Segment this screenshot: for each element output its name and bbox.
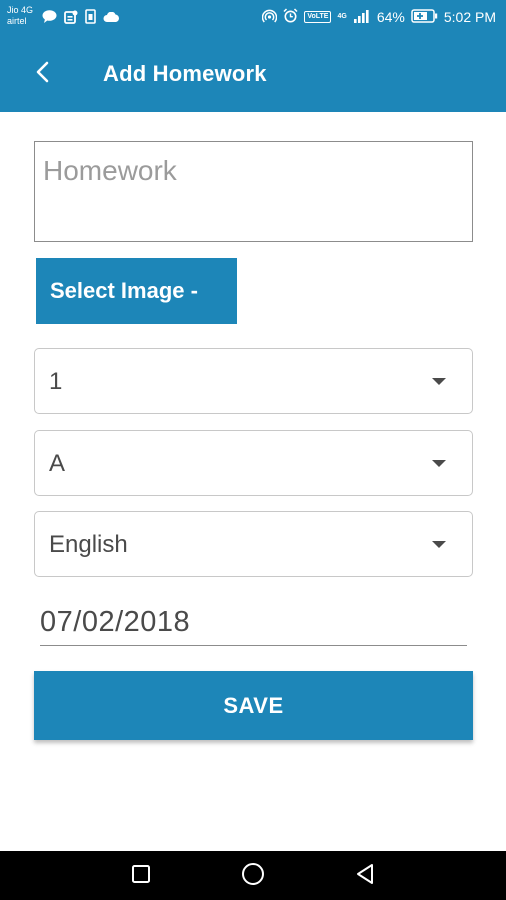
app-bar: Add Homework (0, 36, 506, 112)
homework-field[interactable] (34, 141, 473, 242)
dropdown-arrow-icon (432, 541, 446, 548)
alarm-icon (283, 8, 298, 26)
home-button[interactable] (240, 862, 266, 891)
cloud-icon (103, 10, 120, 28)
subject-dropdown-value: English (49, 531, 128, 558)
sim-icon (85, 9, 96, 29)
battery-percent: 64% (376, 9, 405, 25)
signal-icon (353, 9, 371, 26)
clock-time: 5:02 PM (443, 9, 496, 25)
dropdown-arrow-icon (432, 378, 446, 385)
chevron-left-icon (35, 61, 49, 88)
notification-icons (42, 9, 120, 29)
select-image-button[interactable]: Select Image - (36, 258, 237, 324)
home-circle-icon (241, 862, 265, 891)
page-title: Add Homework (103, 61, 267, 86)
date-value: 07/02/2018 (40, 606, 191, 638)
section-dropdown-value: A (49, 450, 66, 477)
network-4g-label: 4G (337, 13, 347, 20)
status-bar: Jio 4G airtel VoLTE 4G 64% 5:02 PM (0, 0, 506, 36)
date-field[interactable]: 07/02/2018 (40, 598, 467, 646)
subject-dropdown[interactable]: English (34, 511, 473, 577)
battery-icon (411, 8, 438, 26)
recents-square-icon (131, 864, 151, 889)
recents-button[interactable] (128, 863, 154, 889)
system-nav-bar (0, 851, 506, 900)
carrier-line1: Jio 4G (7, 5, 34, 15)
back-button[interactable] (22, 54, 62, 94)
carrier-line2: airtel (7, 16, 27, 26)
save-button[interactable]: SAVE (34, 671, 473, 740)
dropdown-arrow-icon (432, 460, 446, 467)
class-dropdown-value: 1 (49, 368, 63, 395)
hotspot-icon (262, 9, 278, 26)
nav-back-button[interactable] (352, 863, 378, 889)
class-dropdown[interactable]: 1 (34, 348, 473, 414)
message-icon (42, 10, 57, 28)
app-notification-icon (64, 10, 78, 29)
system-icons: VoLTE 4G 64% 5:02 PM (262, 8, 496, 26)
back-triangle-icon (355, 863, 375, 890)
volte-badge: VoLTE (304, 11, 332, 23)
section-dropdown[interactable]: A (34, 430, 473, 496)
carrier-info: Jio 4G airtel (7, 5, 33, 27)
homework-input[interactable] (35, 142, 472, 241)
